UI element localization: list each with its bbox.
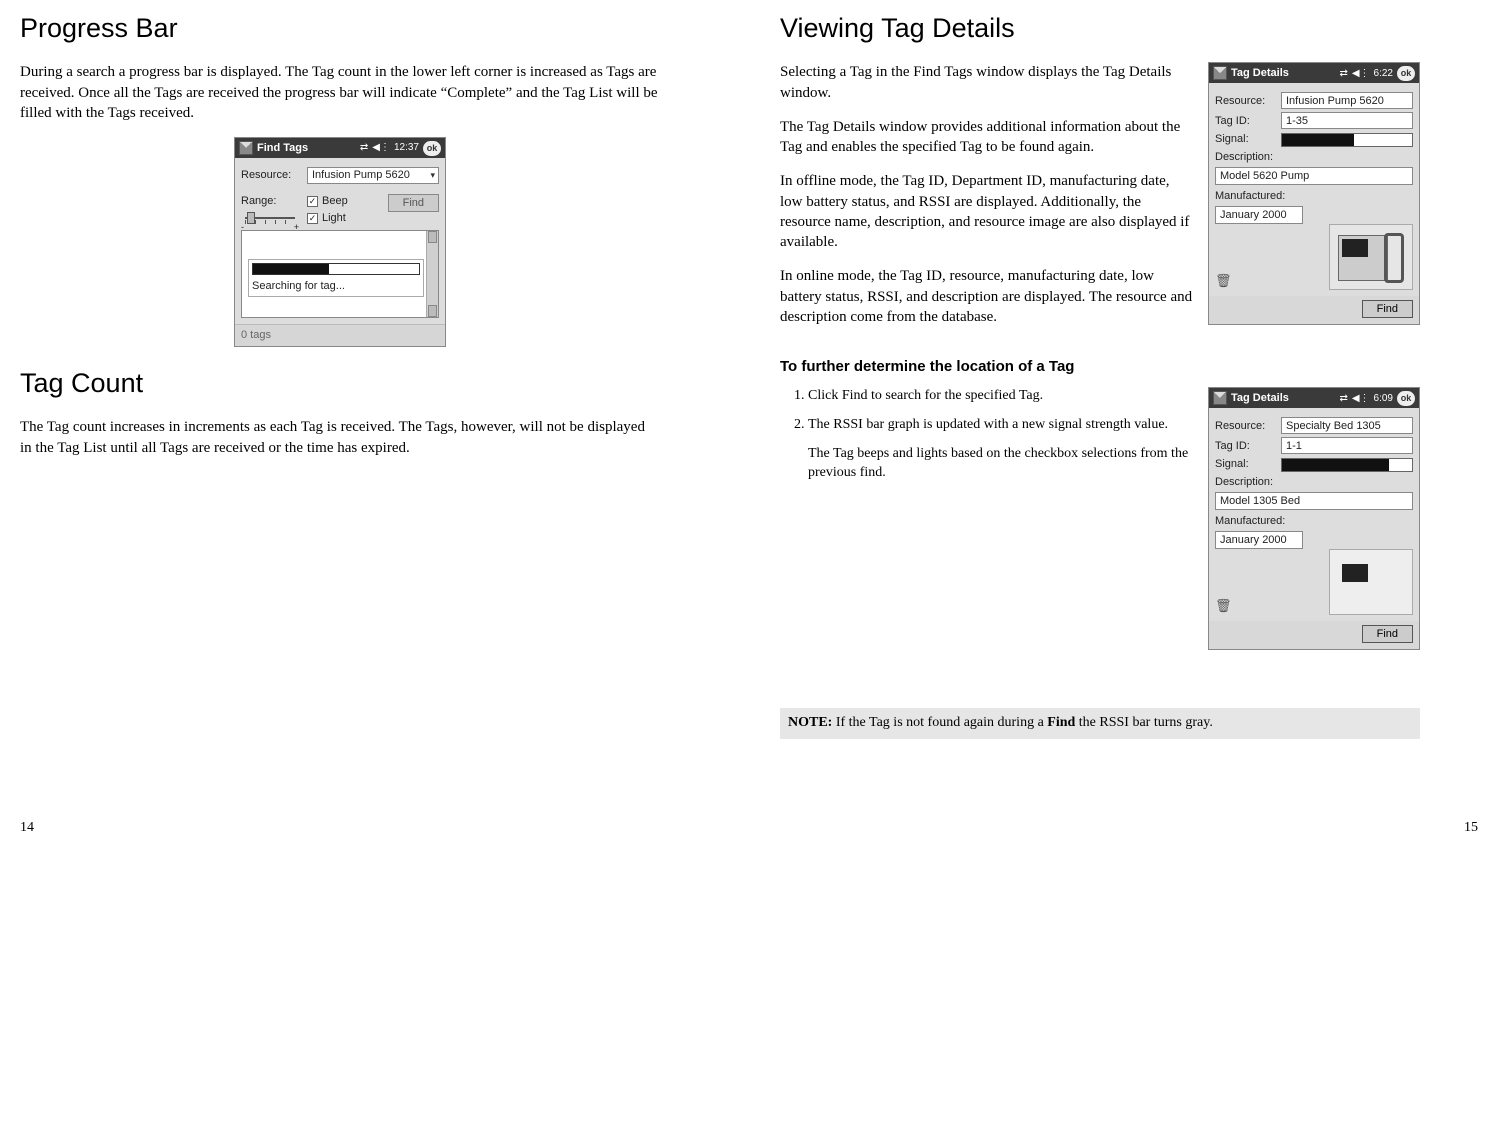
device-image — [1329, 224, 1413, 290]
page-numbers: 14 15 — [20, 819, 1478, 838]
tags-listbox[interactable]: Searching for tag... — [241, 230, 439, 318]
resource-label: Resource: — [1215, 94, 1275, 109]
speaker-icon: ◀⋮ — [1352, 392, 1370, 406]
description-field[interactable]: Model 5620 Pump — [1215, 167, 1413, 185]
description-label: Description: — [1215, 475, 1413, 490]
windows-icon — [1213, 391, 1227, 405]
window-title: Tag Details — [1231, 66, 1335, 81]
tag-id-label: Tag ID: — [1215, 439, 1275, 454]
resource-label: Resource: — [1215, 419, 1275, 434]
manufactured-field[interactable]: January 2000 — [1215, 531, 1303, 549]
note-label: NOTE: — [788, 715, 832, 730]
speaker-icon: ◀⋮ — [372, 141, 390, 155]
status-text: Searching for tag... — [252, 279, 420, 294]
connectivity-icon: ⇄ — [1339, 392, 1347, 406]
note-text-1: If the Tag is not found again during a — [832, 715, 1047, 730]
clock-text: 6:09 — [1374, 392, 1393, 406]
resource-field[interactable]: Specialty Bed 1305 — [1281, 417, 1413, 434]
paragraph-tag-count: The Tag count increases in increments as… — [20, 417, 660, 458]
manufactured-label: Manufactured: — [1215, 189, 1413, 204]
heading-tag-count: Tag Count — [20, 365, 660, 401]
range-label: Range: — [241, 194, 301, 209]
tray: ⇄ ◀⋮ 12:37 ok — [360, 141, 441, 156]
signal-label: Signal: — [1215, 132, 1275, 147]
signal-label: Signal: — [1215, 457, 1275, 472]
description-field[interactable]: Model 1305 Bed — [1215, 492, 1413, 510]
find-button[interactable]: Find — [1362, 300, 1413, 318]
windows-icon — [1213, 66, 1227, 80]
ok-button[interactable]: ok — [1397, 66, 1415, 81]
find-button[interactable]: Find — [388, 194, 439, 212]
manufactured-label: Manufactured: — [1215, 514, 1413, 529]
beep-checkbox[interactable]: ✓Beep — [307, 194, 348, 209]
ok-button[interactable]: ok — [1397, 391, 1415, 406]
titlebar: Find Tags ⇄ ◀⋮ 12:37 ok — [235, 138, 445, 158]
beep-label: Beep — [322, 194, 348, 209]
window-title: Tag Details — [1231, 391, 1335, 406]
page-number-right: 15 — [1464, 819, 1478, 838]
speaker-icon: ◀⋮ — [1352, 67, 1370, 81]
paragraph-progress: During a search a progress bar is displa… — [20, 62, 660, 123]
signal-bar — [1281, 133, 1413, 147]
left-column: Progress Bar During a search a progress … — [20, 10, 660, 739]
note-box: NOTE: If the Tag is not found again duri… — [780, 708, 1420, 739]
titlebar: Tag Details ⇄ ◀⋮ 6:09 ok — [1209, 388, 1419, 408]
clock-text: 6:22 — [1374, 67, 1393, 81]
right-column: Viewing Tag Details Tag Details ⇄ ◀⋮ 6:2… — [780, 10, 1420, 739]
resource-field[interactable]: Infusion Pump 5620 — [1281, 92, 1413, 109]
connectivity-icon: ⇄ — [1339, 67, 1347, 81]
heading-progress-bar: Progress Bar — [20, 10, 660, 46]
resource-combobox[interactable]: Infusion Pump 5620 — [307, 167, 439, 184]
tag-id-field[interactable]: 1-1 — [1281, 437, 1413, 454]
resource-label: Resource: — [241, 168, 301, 183]
progress-bar — [252, 263, 420, 275]
range-slider[interactable]: - + — [241, 209, 299, 227]
trash-icon[interactable]: 🗑 — [1215, 272, 1232, 290]
note-find-word: Find — [1047, 715, 1075, 730]
manufactured-field[interactable]: January 2000 — [1215, 206, 1303, 224]
heading-further-determine: To further determine the location of a T… — [780, 357, 1420, 377]
windows-icon — [239, 141, 253, 155]
screenshot-find-tags: Find Tags ⇄ ◀⋮ 12:37 ok Resource: Infusi… — [234, 137, 446, 347]
find-button[interactable]: Find — [1362, 625, 1413, 643]
clock-text: 12:37 — [394, 141, 419, 155]
light-checkbox[interactable]: ✓Light — [307, 211, 348, 226]
description-label: Description: — [1215, 150, 1413, 165]
scrollbar[interactable] — [426, 231, 438, 317]
heading-viewing-tag-details: Viewing Tag Details — [780, 10, 1420, 46]
signal-bar — [1281, 458, 1413, 472]
titlebar: Tag Details ⇄ ◀⋮ 6:22 ok — [1209, 63, 1419, 83]
screenshot-tag-details-1: Tag Details ⇄ ◀⋮ 6:22 ok Resource: Infus… — [1208, 62, 1420, 325]
page-number-left: 14 — [20, 819, 34, 838]
connectivity-icon: ⇄ — [360, 141, 368, 155]
screenshot-tag-details-2: Tag Details ⇄ ◀⋮ 6:09 ok Resource: Speci… — [1208, 387, 1420, 650]
ok-button[interactable]: ok — [423, 141, 441, 156]
light-label: Light — [322, 211, 346, 226]
note-text-2: the RSSI bar turns gray. — [1075, 715, 1213, 730]
window-title: Find Tags — [257, 141, 356, 156]
device-image — [1329, 549, 1413, 615]
tag-id-label: Tag ID: — [1215, 114, 1275, 129]
status-bar: 0 tags — [235, 324, 445, 346]
tag-id-field[interactable]: 1-35 — [1281, 112, 1413, 129]
trash-icon[interactable]: 🗑 — [1215, 597, 1232, 615]
